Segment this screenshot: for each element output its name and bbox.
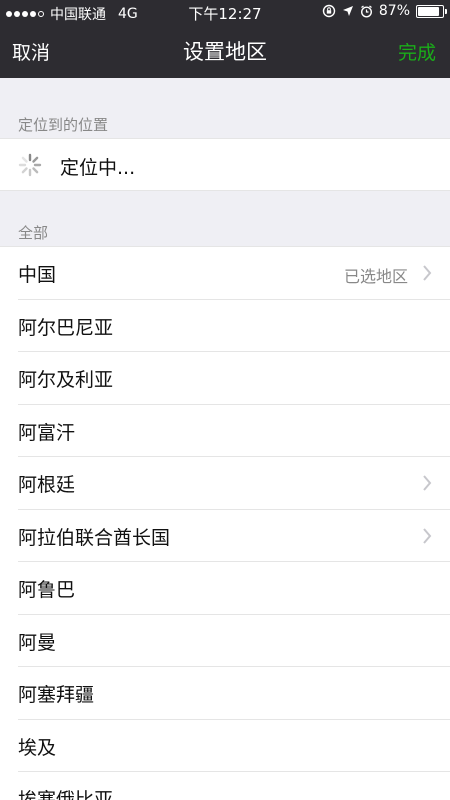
region-name: 阿尔巴尼亚 [18,316,114,339]
location-row[interactable]: 定位中... [0,138,450,191]
region-row[interactable]: 埃塞俄比亚 [0,772,450,800]
region-row[interactable]: 阿尔巴尼亚 [0,300,450,353]
chevron-right-icon [423,527,432,544]
top-bar: 中国联通 4G 下午12:27 87% 取消 设置地区 完成 [0,0,450,78]
locating-status: 定位中... [60,157,136,179]
region-row[interactable]: 阿塞拜疆 [0,667,450,720]
region-name: 埃及 [18,736,57,759]
region-list: 中国 已选地区 阿尔巴尼亚 阿尔及利亚 阿富汗 阿根廷 阿拉伯联合酋长国 阿鲁巴… [0,246,450,800]
battery-percent: 87% [378,3,410,19]
status-bar: 中国联通 4G 下午12:27 87% [0,0,450,24]
battery-icon [416,4,447,18]
region-name: 阿曼 [18,631,57,654]
page-title: 设置地区 [183,40,267,64]
region-row[interactable]: 阿根廷 [0,457,450,510]
done-button[interactable]: 完成 [398,38,436,65]
region-row[interactable]: 阿鲁巴 [0,562,450,615]
region-row[interactable]: 中国 已选地区 [0,247,450,300]
alarm-icon [360,4,372,18]
region-row[interactable]: 阿拉伯联合酋长国 [0,510,450,563]
nav-bar: 取消 设置地区 完成 [0,24,450,78]
rotation-lock-icon [322,4,336,18]
region-row[interactable]: 阿曼 [0,615,450,668]
region-row[interactable]: 阿富汗 [0,405,450,458]
region-name: 埃塞俄比亚 [18,789,114,800]
loading-spinner-icon [18,153,42,177]
location-arrow-icon [342,6,353,16]
chevron-right-icon [423,265,432,281]
region-name: 阿根廷 [18,474,76,496]
region-name: 阿拉伯联合酋长国 [18,526,171,549]
all-section-header: 全部 [18,224,49,242]
battery-fill [418,6,439,16]
region-row[interactable]: 阿尔及利亚 [0,352,450,405]
region-name: 阿尔及利亚 [18,369,114,391]
region-name: 阿塞拜疆 [18,684,95,706]
located-section-header: 定位到的位置 [18,116,109,134]
selected-region-note: 已选地区 [343,267,408,286]
region-row[interactable]: 埃及 [0,720,450,773]
region-name: 阿鲁巴 [18,579,76,601]
status-right: 87% [322,3,447,19]
region-name: 阿富汗 [18,421,76,444]
region-name: 中国 [18,264,57,286]
chevron-right-icon [423,475,432,491]
